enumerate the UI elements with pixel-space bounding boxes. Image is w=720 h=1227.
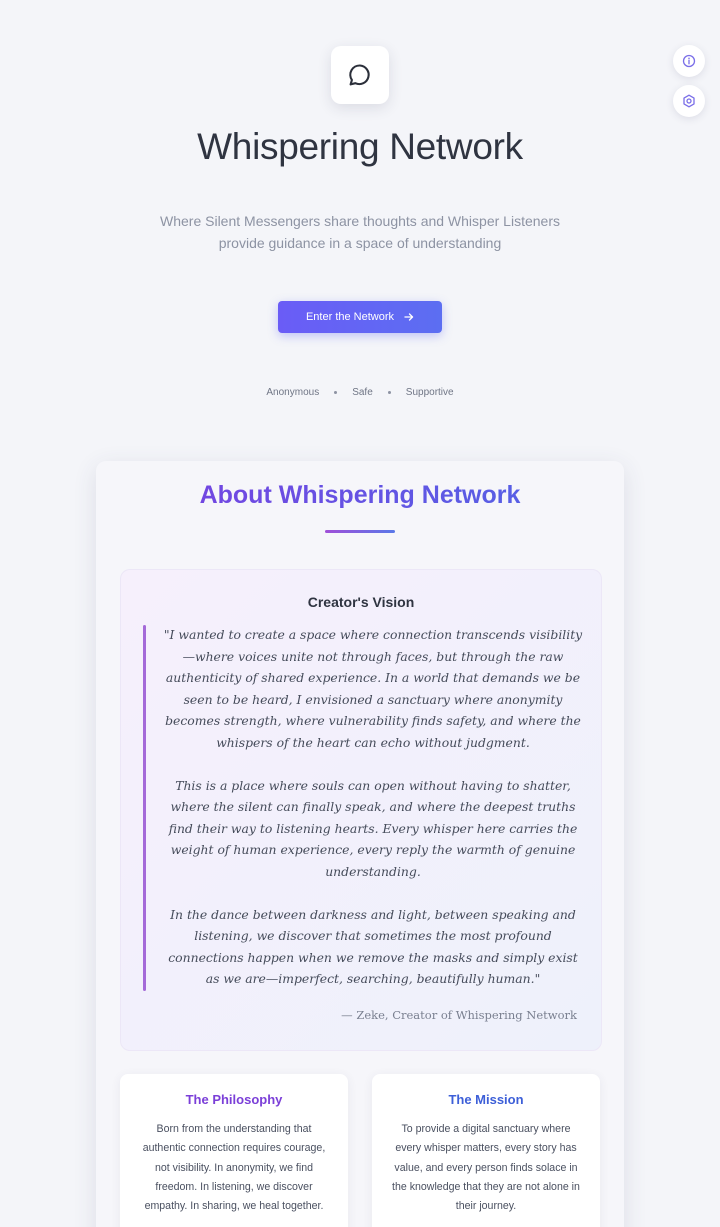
philosophy-card: The Philosophy Born from the understandi… xyxy=(120,1074,348,1227)
about-card: About Whispering Network Creator's Visio… xyxy=(96,461,624,1227)
gear-icon xyxy=(683,94,695,108)
tag-safe: Safe xyxy=(352,387,373,398)
philosophy-title: The Philosophy xyxy=(185,1092,283,1107)
mission-title: The Mission xyxy=(448,1092,524,1107)
page-title: Whispering Network xyxy=(197,126,523,167)
enter-network-button[interactable]: Enter the Network xyxy=(278,301,442,333)
creator-vision-box: Creator's Vision "I wanted to create a s… xyxy=(120,569,602,1051)
info-icon xyxy=(682,54,696,68)
mission-card: The Mission To provide a digital sanctua… xyxy=(372,1074,600,1227)
page-subtitle: Where Silent Messengers share thoughts a… xyxy=(160,213,560,251)
vision-paragraph: This is a place where souls can open wit… xyxy=(168,777,578,879)
enter-network-label: Enter the Network xyxy=(305,311,395,323)
tag-separator xyxy=(387,391,391,394)
landing-page: Whispering Network Where Silent Messenge… xyxy=(0,0,720,1227)
mission-text: To provide a digital sanctuary where eve… xyxy=(392,1123,580,1213)
tag-anonymous: Anonymous xyxy=(266,387,320,398)
vision-credit: — Zeke, Creator of Whispering Network xyxy=(341,1008,577,1022)
about-title: About Whispering Network xyxy=(96,481,624,510)
philosophy-text: Born from the understanding that authent… xyxy=(142,1123,326,1213)
vision-quote: "I wanted to create a space where connec… xyxy=(163,624,583,990)
vision-paragraph: "I wanted to create a space where connec… xyxy=(163,627,583,750)
tag-supportive: Supportive xyxy=(405,387,454,398)
feature-tags: Anonymous Safe Supportive xyxy=(0,387,720,398)
about-title-underline xyxy=(325,530,395,533)
vision-heading: Creator's Vision xyxy=(307,594,415,610)
arrow-right-icon xyxy=(404,313,414,321)
info-button[interactable] xyxy=(673,45,705,77)
app-logo xyxy=(331,46,389,104)
chat-bubble-icon xyxy=(349,64,370,86)
tag-separator xyxy=(334,391,338,394)
settings-button[interactable] xyxy=(673,85,705,117)
vision-paragraph: In the dance between darkness and light,… xyxy=(168,906,578,987)
quote-accent-bar xyxy=(143,625,146,991)
